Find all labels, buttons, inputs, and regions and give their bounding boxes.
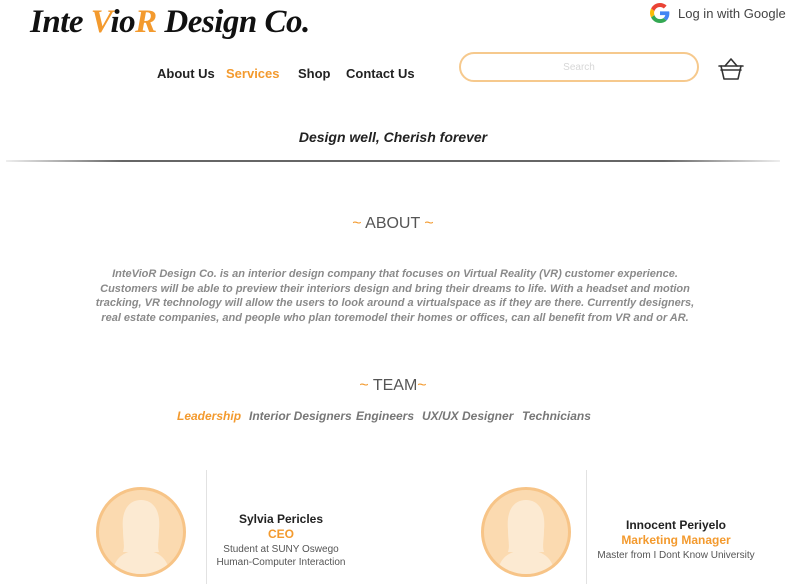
team-title: TEAM <box>372 377 418 394</box>
avatar <box>481 487 571 577</box>
team-tabs: Leadership Interior Designers Engineers … <box>0 409 786 425</box>
member-detail: Master from I Dont Know University <box>597 550 755 561</box>
team-heading: ~ TEAM~ <box>0 377 786 395</box>
logo-text-1: Inte <box>30 4 91 40</box>
about-heading: ~ ABOUT ~ <box>0 215 786 233</box>
avatar <box>96 487 186 577</box>
member-card: Sylvia Pericles CEO Student at SUNY Oswe… <box>206 512 356 569</box>
member-name: Sylvia Pericles <box>238 512 324 526</box>
logo-highlight-1: V <box>90 4 111 40</box>
basket-icon <box>718 58 744 80</box>
search-box <box>459 52 699 82</box>
member-role: Marketing Manager <box>621 533 731 547</box>
about-title: ABOUT <box>365 215 420 232</box>
about-tilde-left: ~ <box>352 215 366 232</box>
google-login-button[interactable]: Log in with Google <box>650 3 786 23</box>
member-detail: Student at SUNY Oswego <box>223 544 339 555</box>
member-card: Innocent Periyelo Marketing Manager Mast… <box>586 518 766 562</box>
team-tilde-right: ~ <box>417 377 427 394</box>
tab-leadership[interactable]: Leadership <box>177 409 241 423</box>
tab-technicians[interactable]: Technicians <box>522 409 591 423</box>
tab-ux-designer[interactable]: UX/UX Designer <box>422 409 513 423</box>
logo-text-2: io <box>110 4 136 40</box>
search-input[interactable] <box>461 54 697 80</box>
google-icon <box>650 3 670 23</box>
female-avatar-icon <box>498 500 554 574</box>
nav-contact-us[interactable]: Contact Us <box>346 66 415 81</box>
member-role: CEO <box>267 527 294 541</box>
about-tilde-right: ~ <box>419 215 434 232</box>
google-login-label: Log in with Google <box>678 5 786 21</box>
nav-about-us[interactable]: About Us <box>157 66 215 81</box>
nav-services[interactable]: Services <box>226 66 280 81</box>
member-detail: Human-Computer Interaction <box>216 557 346 568</box>
nav-shop[interactable]: Shop <box>298 66 331 81</box>
female-avatar-icon <box>113 500 169 574</box>
member-name: Innocent Periyelo <box>625 518 727 532</box>
tab-interior-designers[interactable]: Interior Designers <box>249 409 352 423</box>
about-description: InteVioR Design Co. is an interior desig… <box>95 268 695 324</box>
divider <box>6 160 780 162</box>
logo-text-3: Design Co. <box>156 4 310 40</box>
tab-engineers[interactable]: Engineers <box>356 409 414 423</box>
site-logo[interactable]: Inte VioR Design Co. <box>30 4 310 41</box>
team-tilde-left: ~ <box>359 377 373 394</box>
tagline: Design well, Cherish forever <box>298 129 488 145</box>
cart-button[interactable] <box>716 56 746 82</box>
logo-highlight-2: R <box>135 4 157 40</box>
